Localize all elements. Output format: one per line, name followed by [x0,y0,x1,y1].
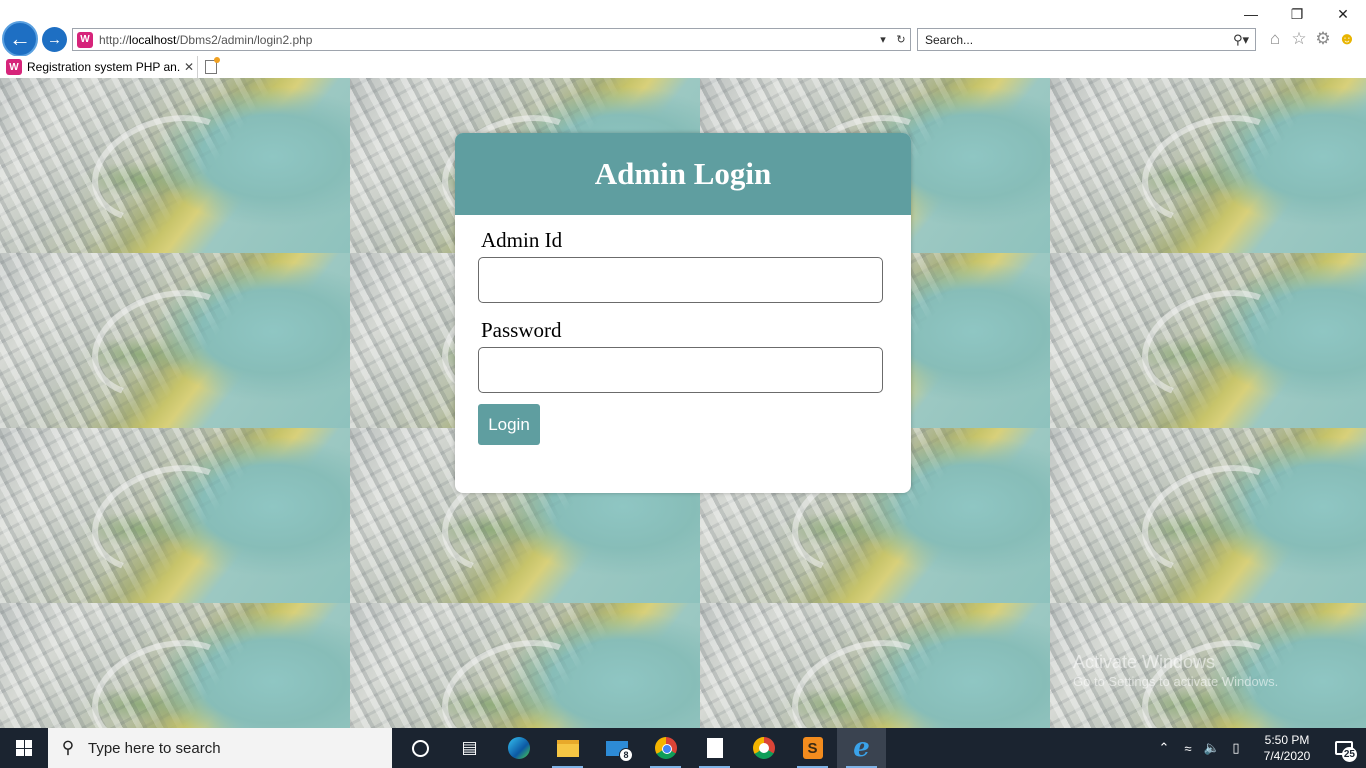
restore-button[interactable]: ❐ [1274,0,1320,28]
edge-app[interactable] [494,728,543,768]
battery-icon[interactable]: ▯ [1224,740,1248,756]
start-button[interactable] [0,728,48,768]
browser-search-box[interactable]: ⚲▾ [917,28,1256,51]
mail-badge: 8 [619,748,633,762]
favorites-star-icon[interactable]: ☆ [1290,28,1308,50]
cortana-button[interactable] [396,728,445,768]
forward-button[interactable]: → [42,27,67,52]
notepad-app[interactable] [690,728,739,768]
url-host: localhost [129,32,177,47]
window-controls: — ❐ ✕ [1228,0,1366,28]
internet-explorer-icon: e [853,733,870,763]
volume-icon[interactable]: 🔈 [1200,740,1224,756]
clock-date: 7/4/2020 [1263,749,1311,763]
url-prefix: http:// [99,32,130,47]
password-input[interactable] [478,347,883,393]
home-icon[interactable]: ⌂ [1266,28,1284,50]
page-title: Admin Login [594,156,772,191]
notification-count: 25 [1341,747,1357,762]
taskbar-search-box[interactable]: ⚲ Type here to search [48,728,392,768]
document-icon [706,738,723,758]
site-favicon-icon: W [77,31,93,48]
browser-chrome: — ❐ ✕ ← → W http://localhost/Dbms2/admin… [0,0,1366,78]
chrome-alt-app[interactable] [739,728,788,768]
admin-id-group: Admin Id [478,227,884,303]
browser-tab[interactable]: W Registration system PHP an... ✕ [0,56,198,78]
admin-id-input[interactable] [478,257,883,303]
login-button[interactable]: Login [478,404,540,445]
edge-icon [507,737,530,759]
arrow-right-icon: → [47,31,62,48]
feedback-smiley-icon[interactable]: ☻ [1338,28,1356,50]
file-explorer-app[interactable] [543,728,592,768]
tab-close-icon[interactable]: ✕ [181,60,197,74]
chrome-app[interactable] [641,728,690,768]
task-view-icon: ▤ [461,738,478,757]
new-tab-button[interactable] [200,56,222,78]
new-tab-icon [205,57,220,74]
sublime-text-icon: S [802,737,823,759]
system-tray: ⌃ ≈ 🔈 ▯ 5:50 PM 7/4/2020 25 [1152,728,1366,768]
tab-favicon-icon: W [6,59,22,75]
gear-icon[interactable]: ⚙ [1314,28,1332,50]
url-path: /Dbms2/admin/login2.php [176,32,313,47]
mail-app[interactable]: 8 [592,728,641,768]
activate-windows-watermark: Activate Windows Go to Settings to activ… [1073,652,1278,692]
tab-title: Registration system PHP an... [27,60,181,74]
wifi-icon[interactable]: ≈ [1176,741,1200,756]
address-bar[interactable]: W http://localhost/Dbms2/admin/login2.ph… [72,28,911,51]
watermark-subtitle: Go to Settings to activate Windows. [1073,674,1279,689]
folder-icon [556,739,579,757]
windows-logo-icon [16,740,32,756]
chevron-up-icon[interactable]: ⌃ [1152,740,1176,756]
taskbar-search-placeholder: Type here to search [88,739,221,757]
browser-toolbar: ⌂ ☆ ⚙ ☻ [1266,28,1356,50]
sublime-text-app[interactable]: S [788,728,837,768]
back-button[interactable]: ← [2,21,38,57]
cortana-icon [412,739,429,757]
minimize-button[interactable]: — [1228,0,1274,28]
windows-taskbar: ⚲ Type here to search ▤ 8 S e ⌃ ≈ 🔈 ▯ 5:… [0,728,1366,768]
browser-search-input[interactable] [918,31,1227,48]
page-viewport: Admin Login Admin Id Password Login Acti… [0,78,1366,728]
arrow-left-icon: ← [9,26,31,51]
task-view-button[interactable]: ▤ [445,728,494,768]
chrome-icon [654,737,677,759]
close-window-button[interactable]: ✕ [1320,0,1366,28]
password-label: Password [481,318,562,342]
taskbar-apps: ▤ 8 S e [396,728,886,768]
url-text[interactable]: http://localhost/Dbms2/admin/login2.php [99,33,874,47]
watermark-title: Activate Windows [1073,652,1216,672]
login-card-header: Admin Login [455,133,911,215]
password-group: Password [478,317,884,393]
search-icon: ⚲ [61,738,75,757]
address-dropdown-icon[interactable]: ▾ [874,33,892,46]
clock[interactable]: 5:50 PM 7/4/2020 [1252,732,1322,764]
internet-explorer-app[interactable]: e [837,728,886,768]
search-icon[interactable]: ⚲▾ [1227,32,1255,48]
refresh-icon[interactable]: ↻ [892,33,910,46]
clock-time: 5:50 PM [1264,733,1310,747]
login-card: Admin Login Admin Id Password Login [455,133,911,493]
action-center-button[interactable]: 25 [1322,728,1366,768]
chrome-alt-icon [752,737,775,759]
login-form: Admin Id Password Login [455,215,911,445]
admin-id-label: Admin Id [481,228,563,252]
